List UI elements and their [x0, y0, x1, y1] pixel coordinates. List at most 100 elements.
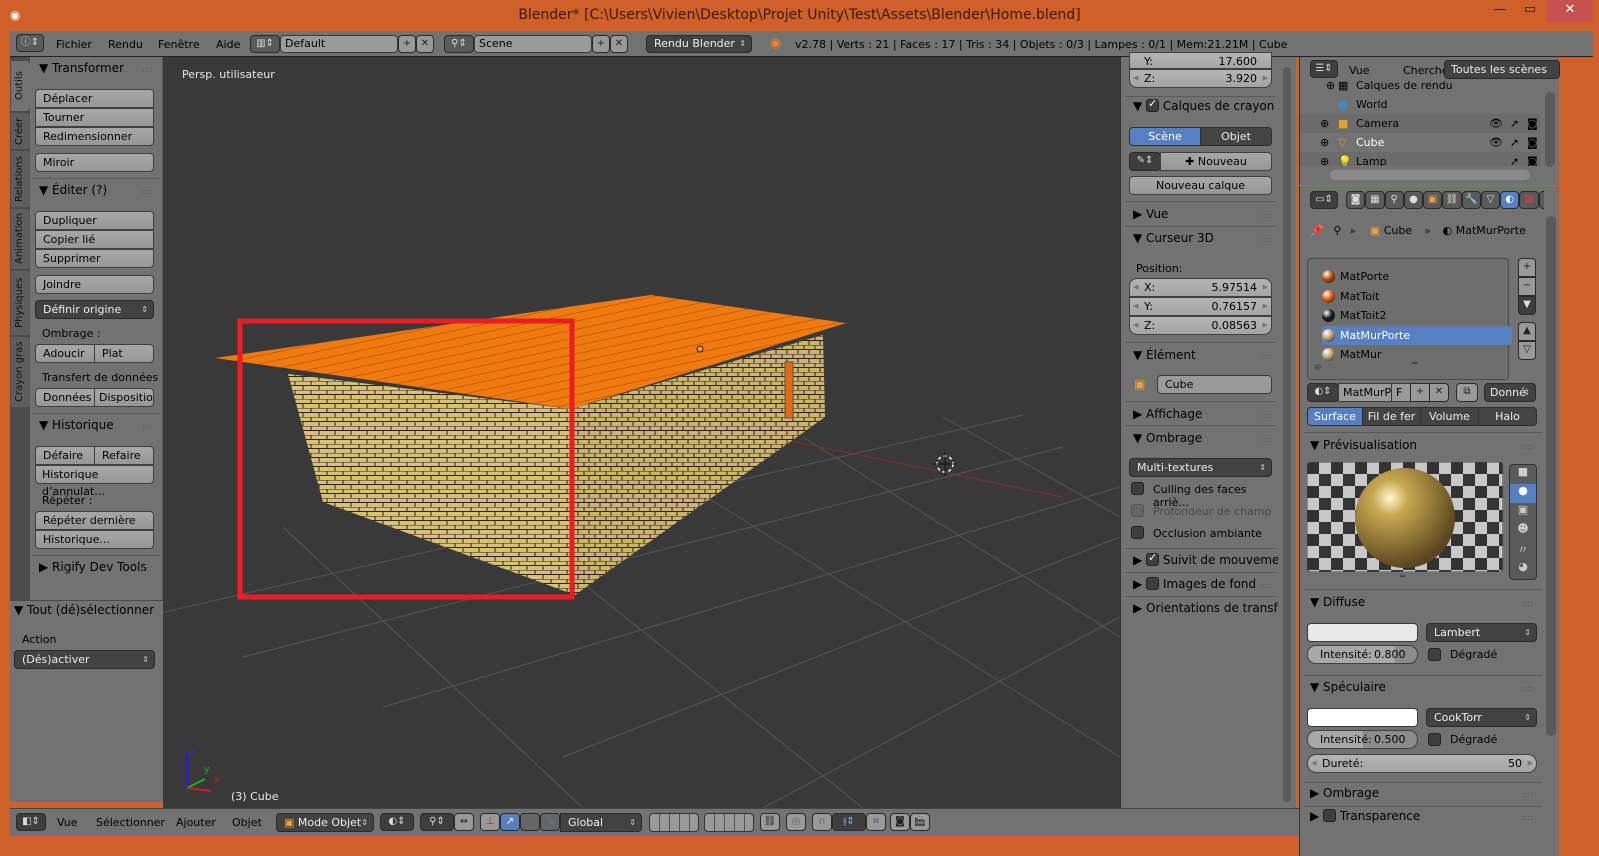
delete-button[interactable]: Supprimer	[35, 249, 154, 268]
drag-grip-icon[interactable]: ::::	[1261, 411, 1272, 420]
material-link-icon[interactable]: ⧉	[1456, 383, 1478, 402]
render-layers-tab-icon[interactable]: ▦	[1365, 191, 1385, 209]
preview-cube-icon[interactable]: ▣	[1510, 503, 1536, 522]
properties-shelf-scrollbar[interactable]	[1280, 57, 1296, 808]
scene-layers-2[interactable]	[704, 813, 754, 832]
decrement-arrow-icon[interactable]: ◀	[1311, 755, 1316, 772]
increment-arrow-icon[interactable]: ▶	[1528, 755, 1533, 772]
editor-type-info-icon[interactable]: ⓘ⇕	[16, 34, 44, 52]
tab-grease-pencil[interactable]: Crayon gras	[11, 337, 30, 407]
cursor-z-field[interactable]: ◀ Z: 0.08563 ▶	[1129, 316, 1272, 335]
opengl-render-image-icon[interactable]: ◙	[890, 813, 910, 831]
lock-layers-icon[interactable]: ⛓	[760, 813, 780, 831]
decrement-arrow-icon[interactable]: ◀	[1133, 70, 1138, 87]
pencil-icon[interactable]: ✎⇕	[1129, 152, 1161, 171]
cursor-x-field[interactable]: ◀ X: 5.97514 ▶	[1129, 278, 1272, 297]
render-camera-icon[interactable]: ◙	[1527, 152, 1538, 166]
panel-item-header[interactable]: ▼ Élément	[1133, 348, 1196, 362]
increment-arrow-icon[interactable]: ▶	[1263, 317, 1268, 334]
add-layout-icon[interactable]: +	[398, 35, 416, 53]
modifiers-tab-icon[interactable]: 🔧	[1461, 191, 1481, 209]
panel-transparency-header[interactable]: ▶ Transparence	[1310, 809, 1420, 823]
grease-source-object[interactable]: Objet	[1200, 127, 1272, 146]
display-mode-dropdown[interactable]: Toutes les scènes	[1444, 60, 1560, 79]
texture-tab-icon[interactable]: ▩	[1519, 191, 1539, 209]
shade-flat-button[interactable]: Plat	[94, 344, 154, 363]
menu-select[interactable]: Sélectionner	[96, 816, 165, 829]
expand-icon[interactable]: ⊕	[1320, 133, 1329, 152]
outliner-row-camera[interactable]: ⊕ ■ Camera 👁 ➚ ◙	[1300, 114, 1540, 133]
mesh-data-tab-icon[interactable]: ▽	[1480, 191, 1501, 209]
scale-button[interactable]: Redimensionner	[35, 127, 154, 146]
drag-grip-icon[interactable]: ::::	[1261, 211, 1272, 220]
specular-color-swatch[interactable]	[1307, 708, 1418, 727]
material-slot[interactable]: MatToit	[1322, 287, 1512, 306]
decrement-arrow-icon[interactable]: ◀	[1133, 279, 1138, 296]
tab-halo[interactable]: Halo	[1478, 407, 1537, 426]
drag-grip-icon[interactable]: ::::	[1522, 599, 1533, 608]
decrement-arrow-icon[interactable]: ◀	[1133, 298, 1138, 315]
panel-edit-header[interactable]: ▼ Éditer (?)	[39, 183, 107, 197]
minimize-button[interactable]: —	[1485, 0, 1515, 22]
add-scene-icon[interactable]: +	[592, 35, 610, 53]
undo-button[interactable]: Défaire	[35, 446, 95, 465]
transform-manipulator-icon[interactable]: ⊥	[480, 813, 500, 831]
translate-manipulator-icon[interactable]: ↗	[500, 813, 520, 831]
drag-grip-icon[interactable]: ::::	[142, 564, 153, 573]
translate-button[interactable]: Déplacer	[35, 89, 154, 108]
tab-surface[interactable]: Surface	[1307, 407, 1363, 426]
new-grease-data-button[interactable]: ✚ Nouveau	[1160, 152, 1272, 171]
opengl-render-animation-icon[interactable]: 🎬	[910, 813, 930, 831]
object-name-field[interactable]: Cube	[1157, 375, 1272, 394]
manipulator-icon[interactable]: ⇔	[454, 813, 474, 831]
grease-pencil-checkbox[interactable]	[1146, 99, 1160, 112]
tab-volume[interactable]: Volume	[1420, 407, 1479, 426]
editor-type-3d-icon[interactable]: ◧⇕	[16, 813, 46, 831]
redo-button[interactable]: Refaire	[94, 446, 154, 465]
location-z-field[interactable]: ◀ Z: 3.920 ▶	[1129, 69, 1272, 88]
backface-culling-checkbox[interactable]	[1131, 482, 1144, 495]
object-tab-icon[interactable]: ▣	[1423, 191, 1443, 209]
pin-icon[interactable]: 📌	[1310, 224, 1324, 237]
specular-ramp-checkbox[interactable]	[1428, 733, 1441, 746]
operator-panel-header[interactable]: ▼ Tout (dé)sélectionner	[14, 603, 154, 617]
menu-window[interactable]: Fenêtre	[158, 38, 200, 51]
menu-render[interactable]: Rendu	[108, 38, 143, 51]
menu-file[interactable]: Fichier	[56, 38, 92, 51]
drag-grip-icon[interactable]: ::::	[1261, 581, 1272, 590]
material-slot[interactable]: MatToit2	[1322, 306, 1512, 325]
panel-history-header[interactable]: ▼ Historique	[39, 418, 114, 432]
close-button[interactable]: ✕	[1547, 0, 1593, 22]
diffuse-ramp-checkbox[interactable]	[1428, 648, 1441, 661]
new-layer-button[interactable]: Nouveau calque	[1129, 176, 1272, 195]
drag-grip-icon[interactable]: ::::	[1522, 442, 1533, 451]
delete-layout-icon[interactable]: ✕	[416, 35, 434, 53]
tab-tools[interactable]: Outils	[11, 61, 30, 111]
maximize-button[interactable]: ▭	[1515, 0, 1545, 22]
mirror-button[interactable]: Miroir	[35, 153, 154, 172]
panel-specular-header[interactable]: ▼ Spéculaire	[1310, 680, 1386, 694]
drag-grip-icon[interactable]: ::::	[1522, 684, 1533, 693]
panel-view-header[interactable]: ▶ Vue	[1133, 207, 1168, 221]
layout-name-field[interactable]: Default	[280, 35, 398, 53]
outliner-horizontal-scrollbar[interactable]	[1330, 170, 1530, 180]
add-material-slot-icon[interactable]: +	[1518, 258, 1536, 277]
snap-target-icon[interactable]: ⌗	[866, 813, 886, 831]
tab-relations[interactable]: Relations	[11, 151, 30, 207]
panel-preview-header[interactable]: ▼ Prévisualisation	[1310, 438, 1417, 452]
new-material-icon[interactable]: +	[1410, 383, 1430, 402]
menu-help[interactable]: Aide	[216, 38, 240, 51]
material-specials-icon[interactable]: ▼	[1518, 296, 1536, 315]
preview-sky-icon[interactable]: ◕	[1510, 560, 1536, 579]
panel-3d-cursor-header[interactable]: ▼ Curseur 3D	[1133, 231, 1214, 245]
expand-icon[interactable]: ⊕	[1320, 114, 1329, 133]
render-tab-icon[interactable]: ◙	[1346, 191, 1366, 209]
panel-transform-orientations-header[interactable]: ▶ Orientations de transform	[1133, 601, 1278, 615]
3d-viewport[interactable]: Persp. utilisateur z y x (3) Cube	[163, 57, 1120, 808]
preview-sphere-icon[interactable]: ●	[1510, 484, 1536, 503]
viewport-shading-icon[interactable]: ◐⇕	[380, 813, 414, 831]
visibility-eye-icon[interactable]: 👁	[1489, 114, 1503, 133]
transparency-checkbox[interactable]	[1323, 809, 1337, 822]
join-button[interactable]: Joindre	[35, 275, 154, 294]
scene-layers-1[interactable]	[649, 813, 699, 832]
